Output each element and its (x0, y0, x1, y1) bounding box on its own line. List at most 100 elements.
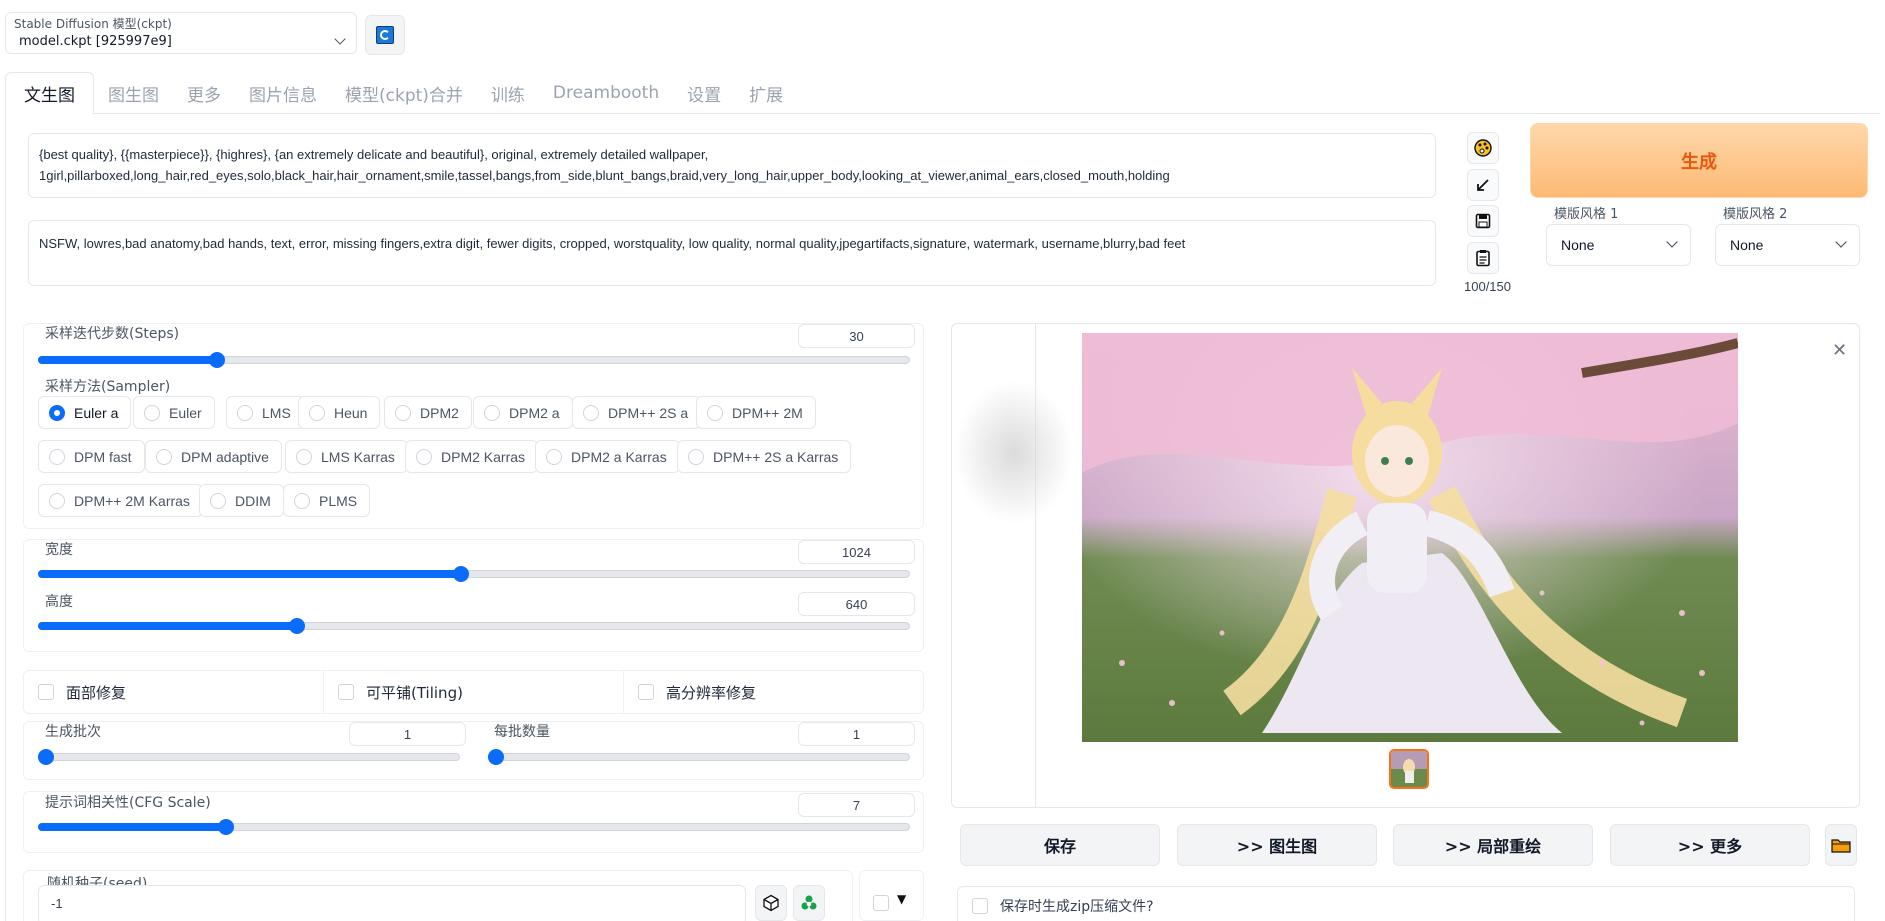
restore-faces-checkbox[interactable]: 面部修复 (38, 672, 126, 712)
sampler-option-plms[interactable]: PLMS (283, 484, 371, 517)
save-button[interactable]: 保存 (960, 824, 1160, 866)
sampler-option-label: DPM++ 2S a (608, 404, 689, 421)
send-to-extras-button[interactable]: >> 更多 (1610, 824, 1810, 866)
checkbox-label: 可平铺(Tiling) (366, 683, 463, 702)
save-icon (1475, 213, 1491, 229)
model-select[interactable]: Stable Diffusion 模型(ckpt) model.ckpt [92… (5, 12, 357, 54)
sampler-option-lms-karras[interactable]: LMS Karras (285, 440, 408, 473)
recycle-icon (801, 895, 817, 910)
extra-seed-toggle[interactable]: ▼ (859, 870, 924, 921)
height-label: 高度 (45, 594, 73, 610)
tab-dreambooth[interactable]: Dreambooth (539, 72, 673, 114)
width-label: 宽度 (45, 542, 73, 558)
generated-image[interactable] (1082, 333, 1738, 742)
width-input[interactable]: 1024 (798, 540, 915, 564)
steps-input[interactable]: 30 (798, 324, 915, 348)
sampler-option-dpmpp-2s-a[interactable]: DPM++ 2S a (572, 396, 702, 429)
checkbox-label: 面部修复 (66, 683, 127, 702)
zip-option[interactable]: 保存时生成zip压缩文件? (957, 886, 1855, 921)
tiling-checkbox[interactable]: 可平铺(Tiling) (338, 672, 463, 712)
style-2-label: 模版风格 2 (1723, 207, 1788, 222)
zip-label: 保存时生成zip压缩文件? (1000, 899, 1154, 915)
tab-extras[interactable]: 更多 (173, 72, 235, 114)
sampler-option-dpmpp-2s-a-karras[interactable]: DPM++ 2S a Karras (677, 440, 852, 473)
batch-count-input[interactable]: 1 (349, 722, 466, 746)
image-thumbnail[interactable] (1389, 749, 1429, 789)
close-icon[interactable]: ✕ (1832, 340, 1847, 361)
palette-icon (1474, 139, 1492, 157)
sampler-option-dpm2-karras[interactable]: DPM2 Karras (405, 440, 539, 473)
sampler-option-label: DPM adaptive (181, 448, 269, 465)
sampler-option-euler-a[interactable]: Euler a (38, 396, 132, 429)
chevron-down-icon (1666, 236, 1678, 248)
send-to-img2img-button[interactable]: >> 图生图 (1177, 824, 1377, 866)
divider (623, 671, 624, 713)
steps-slider[interactable] (38, 352, 910, 368)
width-slider[interactable] (38, 566, 910, 582)
style-select-2: 模版风格 2 None (1715, 203, 1860, 266)
seed-value: -1 (51, 896, 63, 911)
generate-button[interactable]: 生成 (1530, 123, 1868, 198)
random-seed-button[interactable] (755, 885, 787, 921)
sampler-option-dpm2-a[interactable]: DPM2 a (473, 396, 573, 429)
sampler-option-dpmpp-2m[interactable]: DPM++ 2M (696, 396, 816, 429)
apply-style-button[interactable] (1467, 242, 1499, 274)
tab-txt2img[interactable]: 文生图 (5, 72, 94, 114)
checkbox-box (38, 684, 54, 700)
radio-dot (294, 492, 310, 509)
panel-border (5, 113, 6, 921)
sampler-option-dpm2[interactable]: DPM2 (384, 396, 472, 429)
send-to-inpaint-button[interactable]: >> 局部重绘 (1393, 824, 1593, 866)
radio-dot (395, 404, 411, 421)
negative-prompt-textarea[interactable]: NSFW, lowres,bad anatomy,bad hands, text… (28, 220, 1436, 286)
batch-size-input[interactable]: 1 (798, 722, 915, 746)
cfg-input[interactable]: 7 (798, 793, 915, 817)
tab-extensions[interactable]: 扩展 (735, 72, 797, 114)
cfg-label: 提示词相关性(CFG Scale) (45, 795, 211, 811)
sampler-option-label: DPM2 (420, 404, 459, 421)
sampler-option-heun[interactable]: Heun (298, 396, 381, 429)
tab-settings[interactable]: 设置 (673, 72, 735, 114)
batch-count-slider[interactable] (38, 749, 460, 765)
sampler-option-label: LMS Karras (321, 448, 395, 465)
style-1-dropdown[interactable]: None (1546, 224, 1691, 266)
checkbox-box (972, 898, 988, 914)
sampler-label: 采样方法(Sampler) (45, 379, 171, 395)
sampler-option-dpm-adaptive[interactable]: DPM adaptive (145, 440, 282, 473)
batch-size-label: 每批数量 (494, 724, 550, 740)
sampler-option-ddim[interactable]: DDIM (199, 484, 284, 517)
sampler-option-label: DPM fast (74, 448, 132, 465)
hires-fix-checkbox[interactable]: 高分辨率修复 (638, 672, 756, 712)
radio-dot (237, 404, 253, 421)
height-slider[interactable] (38, 618, 910, 634)
sampler-option-dpm-fast[interactable]: DPM fast (38, 440, 145, 473)
height-input[interactable]: 640 (798, 592, 915, 616)
tab-checkpoint-merger[interactable]: 模型(ckpt)合并 (331, 72, 477, 114)
sampler-option-dpmpp-2m-karras[interactable]: DPM++ 2M Karras (38, 484, 203, 517)
radio-dot (688, 448, 704, 465)
size-group (23, 539, 924, 652)
tab-train[interactable]: 训练 (477, 72, 539, 114)
sampler-option-dpm2-a-karras[interactable]: DPM2 a Karras (535, 440, 680, 473)
refresh-icon (376, 26, 394, 44)
read-params-button[interactable] (1467, 169, 1499, 201)
refresh-button[interactable] (365, 15, 405, 55)
save-style-button[interactable] (1467, 205, 1499, 237)
token-counter: 100/150 (1464, 279, 1511, 294)
batch-size-slider[interactable] (488, 749, 910, 765)
checkbox-label: 高分辨率修复 (666, 683, 757, 702)
tab-png-info[interactable]: 图片信息 (235, 72, 331, 114)
reuse-seed-button[interactable] (793, 885, 825, 921)
sampler-option-euler[interactable]: Euler (133, 396, 215, 429)
radio-dot (144, 404, 160, 421)
open-folder-button[interactable] (1825, 824, 1857, 866)
sampler-option-label: DPM2 Karras (441, 448, 526, 465)
seed-input[interactable]: -1 (38, 885, 746, 921)
positive-prompt-textarea[interactable]: {best quality}, {{masterpiece}}, {highre… (28, 133, 1436, 198)
style-1-value: None (1561, 237, 1595, 253)
sampler-option-lms[interactable]: LMS (226, 396, 304, 429)
style-2-dropdown[interactable]: None (1715, 224, 1860, 266)
interrogate-button[interactable] (1467, 132, 1499, 164)
cfg-slider[interactable] (38, 819, 910, 835)
tab-img2img[interactable]: 图生图 (94, 72, 173, 114)
